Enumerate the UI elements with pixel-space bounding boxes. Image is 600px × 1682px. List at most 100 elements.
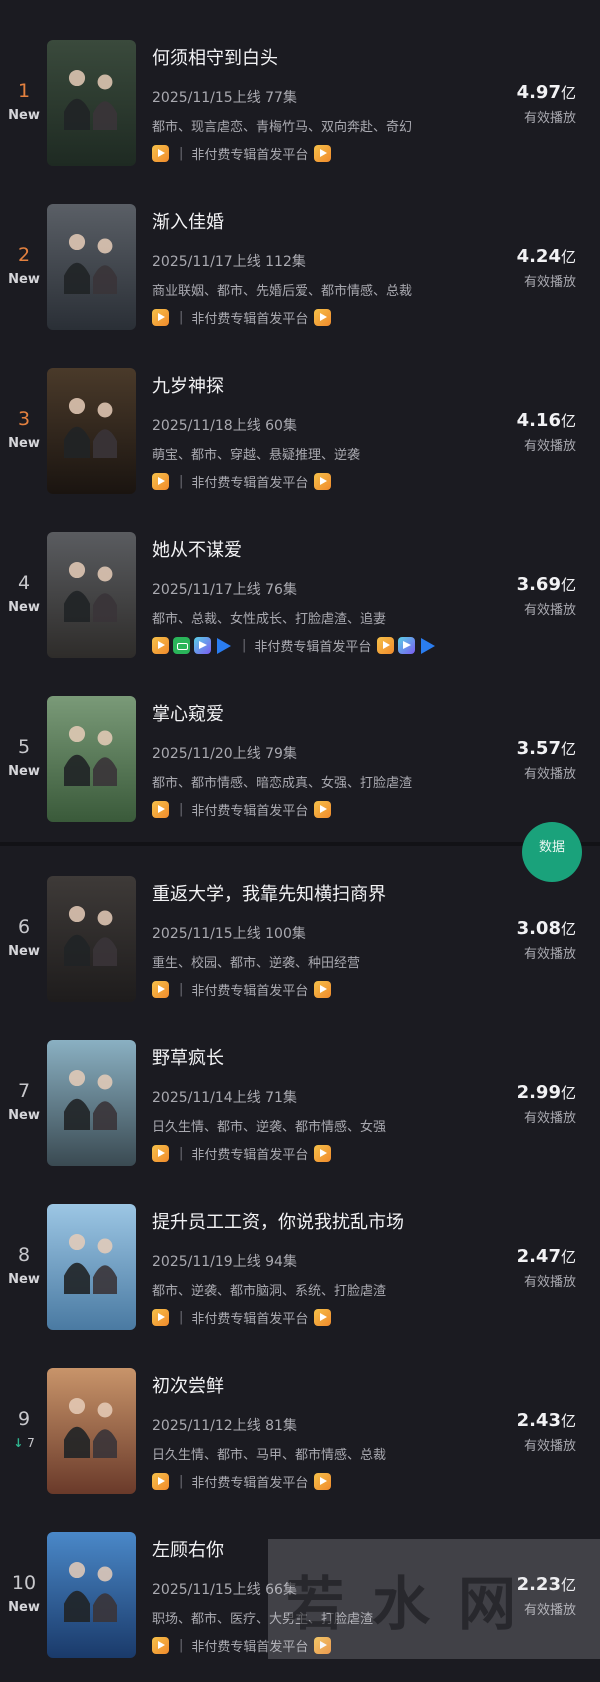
drama-title[interactable]: 重返大学，我靠先知横扫商界 bbox=[152, 880, 482, 906]
drama-row[interactable]: 8 New 提升员工工资，你说我扰乱市场 2025/11/19上线 94集 都市、逆袭、… bbox=[0, 1204, 600, 1354]
poster-image[interactable] bbox=[47, 1532, 136, 1658]
poster-image[interactable] bbox=[47, 876, 136, 1002]
play-count-value: 3.08亿 bbox=[517, 918, 576, 939]
poster-image[interactable] bbox=[47, 1204, 136, 1330]
hongguo-play-icon[interactable] bbox=[152, 1473, 169, 1490]
hongguo-play-icon[interactable] bbox=[152, 637, 169, 654]
hongguo-play-icon[interactable] bbox=[152, 1309, 169, 1326]
play-count: 2.43亿 有效播放 bbox=[517, 1410, 576, 1454]
hongguo-play-icon[interactable] bbox=[152, 1145, 169, 1162]
poster-image[interactable] bbox=[47, 696, 136, 822]
platform-separator: | bbox=[179, 982, 184, 997]
hongguo-play-icon[interactable] bbox=[314, 981, 332, 998]
poster-image[interactable] bbox=[47, 1368, 136, 1494]
hongguo-play-icon[interactable] bbox=[314, 145, 332, 162]
play-count: 2.99亿 有效播放 bbox=[517, 1082, 576, 1126]
rank-number: 3 bbox=[17, 408, 31, 430]
poster-image[interactable] bbox=[47, 204, 136, 330]
drama-title[interactable]: 渐入佳婚 bbox=[152, 208, 482, 234]
new-badge: New bbox=[8, 108, 40, 123]
hongguo-play-icon[interactable] bbox=[314, 801, 332, 818]
hongguo-play-icon[interactable] bbox=[152, 309, 169, 326]
hongguo-play-icon[interactable] bbox=[152, 981, 169, 998]
platform-row: | 非付费专辑首发平台 bbox=[152, 800, 482, 819]
play-count-label: 有效播放 bbox=[523, 767, 576, 782]
play-count-unit: 亿 bbox=[560, 740, 576, 758]
rank-number: 6 bbox=[17, 916, 31, 938]
drama-title[interactable]: 掌心窥爱 bbox=[152, 700, 482, 726]
drama-title[interactable]: 提升员工工资，你说我扰乱市场 bbox=[152, 1208, 482, 1234]
data-floating-button[interactable]: 数据 bbox=[522, 822, 582, 882]
play-count: 4.16亿 有效播放 bbox=[517, 410, 576, 454]
hongguo-play-icon[interactable] bbox=[314, 1145, 332, 1162]
poster-figure-head bbox=[68, 561, 86, 579]
drama-row[interactable]: 6 New 重返大学，我靠先知横扫商界 2025/11/15上线 100集 重生、校园、… bbox=[0, 876, 600, 1026]
gradient-play-icon[interactable] bbox=[194, 637, 211, 654]
drama-title[interactable]: 何须相守到白头 bbox=[152, 44, 482, 70]
play-count-value: 3.57亿 bbox=[517, 738, 576, 759]
genre-tags: 日久生情、都市、逆袭、都市情感、女强 bbox=[152, 1120, 387, 1135]
play-count-unit: 亿 bbox=[560, 412, 576, 430]
drama-info: 何须相守到白头 2025/11/15上线 77集 都市、现言虐恋、青梅竹马、双向奔赴… bbox=[152, 44, 482, 163]
poster-background bbox=[47, 40, 136, 166]
poster-figure-head bbox=[97, 1566, 113, 1582]
rank-number: 1 bbox=[17, 80, 31, 102]
poster-art bbox=[47, 1368, 136, 1494]
drama-row[interactable]: 1 New 何须相守到白头 2025/11/15上线 77集 都市、现言虐恋、青梅竹马、… bbox=[0, 40, 600, 190]
hongguo-play-icon[interactable] bbox=[377, 637, 395, 654]
poster-figure-head bbox=[68, 69, 86, 87]
hongguo-play-icon[interactable] bbox=[314, 473, 332, 490]
blue-play-icon[interactable] bbox=[419, 637, 436, 654]
play-count: 4.24亿 有效播放 bbox=[517, 246, 576, 290]
hongguo-play-icon[interactable] bbox=[314, 309, 332, 326]
genre-tags: 都市、总裁、女性成长、打脸虐渣、追妻 bbox=[152, 612, 387, 627]
poster-figure-head bbox=[97, 402, 113, 418]
drama-title[interactable]: 九岁神探 bbox=[152, 372, 482, 398]
hongguo-play-icon[interactable] bbox=[314, 1309, 332, 1326]
drama-row[interactable]: 4 New 她从不谋爱 2025/11/17上线 76集 都市、总裁、女性成长、打脸虐渣… bbox=[0, 532, 600, 682]
drama-info: 提升员工工资，你说我扰乱市场 2025/11/19上线 94集 都市、逆袭、都市脑洞… bbox=[152, 1208, 482, 1327]
drama-row[interactable]: 9 ↓ 7 初次尝鲜 2025/11/12上线 81集 日久生情、都市、马甲、都市情感、… bbox=[0, 1368, 600, 1518]
genre-tags: 萌宝、都市、穿越、悬疑推理、逆袭 bbox=[152, 448, 361, 463]
hongguo-play-icon[interactable] bbox=[152, 473, 169, 490]
poster-figure-head bbox=[68, 233, 86, 251]
play-count-label: 有效播放 bbox=[523, 947, 576, 962]
release-meta: 2025/11/20上线 79集 bbox=[152, 746, 297, 762]
drama-title[interactable]: 野草疯长 bbox=[152, 1044, 482, 1070]
drama-row[interactable]: 2 New 渐入佳婚 2025/11/17上线 112集 商业联姻、都市、先婚后爱、都市… bbox=[0, 204, 600, 354]
poster-background bbox=[47, 204, 136, 330]
poster-image[interactable] bbox=[47, 40, 136, 166]
drama-row[interactable]: 3 New 九岁神探 2025/11/18上线 60集 萌宝、都市、穿越、悬疑推理、逆袭… bbox=[0, 368, 600, 518]
watermark-text: 若水网 bbox=[286, 1570, 545, 1638]
platform-label: 非付费专辑首发平台 bbox=[191, 1476, 309, 1491]
platform-row: | 非付费专辑首发平台 bbox=[152, 308, 482, 327]
hongguo-play-icon[interactable] bbox=[314, 1473, 332, 1490]
hongguo-play-icon[interactable] bbox=[152, 1637, 169, 1654]
poster-background bbox=[47, 1204, 136, 1330]
poster-art bbox=[47, 1040, 136, 1166]
platform-separator: | bbox=[179, 1638, 184, 1653]
hongguo-play-icon[interactable] bbox=[152, 801, 169, 818]
poster-art bbox=[47, 204, 136, 330]
poster-image[interactable] bbox=[47, 532, 136, 658]
drama-info: 九岁神探 2025/11/18上线 60集 萌宝、都市、穿越、悬疑推理、逆袭 | 非付费… bbox=[152, 372, 482, 491]
gradient-play-icon[interactable] bbox=[398, 637, 416, 654]
blue-play-icon[interactable] bbox=[215, 637, 232, 654]
drama-row[interactable]: 7 New 野草疯长 2025/11/14上线 71集 日久生情、都市、逆袭、都市情感、… bbox=[0, 1040, 600, 1190]
green-tv-icon[interactable] bbox=[173, 637, 190, 654]
poster-image[interactable] bbox=[47, 1040, 136, 1166]
drama-row[interactable]: 5 New 掌心窥爱 2025/11/20上线 79集 都市、都市情感、暗恋成真、女强、… bbox=[0, 696, 600, 846]
genre-tags: 都市、现言虐恋、青梅竹马、双向奔赴、奇幻 bbox=[152, 120, 413, 135]
new-badge: New bbox=[8, 600, 40, 615]
poster-image[interactable] bbox=[47, 368, 136, 494]
hongguo-play-icon[interactable] bbox=[152, 145, 169, 162]
rank-number: 4 bbox=[17, 572, 31, 594]
play-count-number: 4.24 bbox=[516, 246, 561, 267]
play-count-unit: 亿 bbox=[560, 1084, 576, 1102]
drama-info: 重返大学，我靠先知横扫商界 2025/11/15上线 100集 重生、校园、都市、逆… bbox=[152, 880, 482, 999]
drama-title[interactable]: 初次尝鲜 bbox=[152, 1372, 482, 1398]
play-count: 3.08亿有效播放 bbox=[517, 918, 576, 962]
platform-label: 非付费专辑首发平台 bbox=[191, 1312, 309, 1327]
drama-title[interactable]: 她从不谋爱 bbox=[152, 536, 482, 562]
play-count-number: 4.16 bbox=[516, 410, 561, 431]
